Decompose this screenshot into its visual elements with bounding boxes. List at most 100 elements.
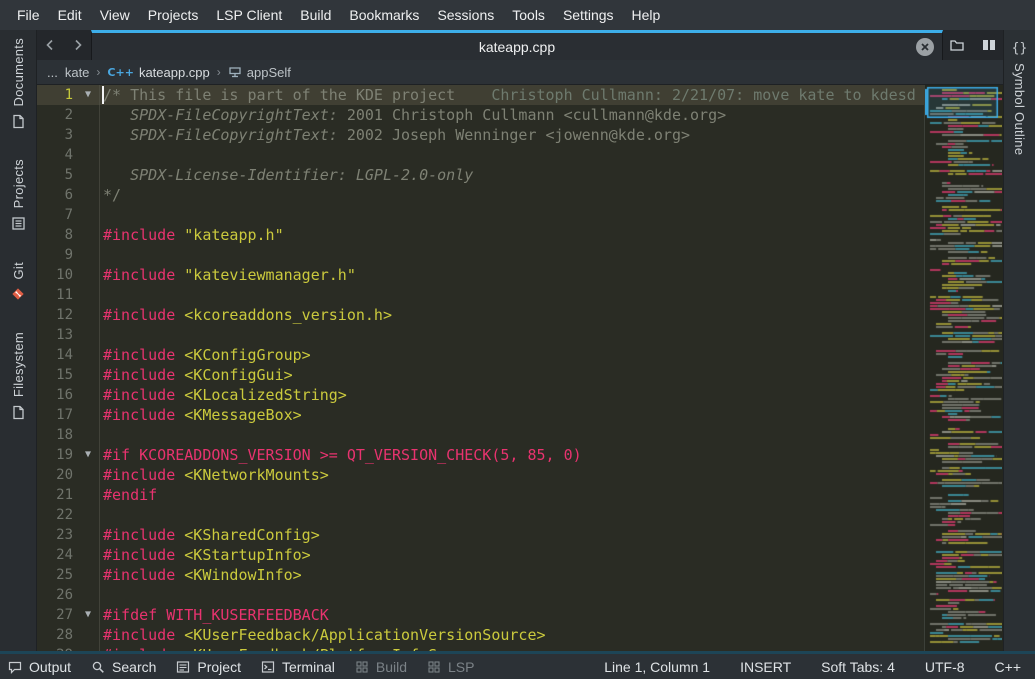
lsp-icon	[427, 660, 441, 674]
code-line[interactable]: 11	[37, 285, 924, 305]
center-column: kateapp.cpp	[37, 30, 1003, 651]
menu-item-edit[interactable]: Edit	[49, 0, 91, 30]
forward-button[interactable]	[69, 36, 87, 54]
line-number: 27	[37, 605, 75, 625]
toolview-button-build[interactable]: Build	[355, 659, 407, 675]
code-text: #include <kcoreaddons_version.h>	[101, 305, 924, 325]
code-line[interactable]: 18	[37, 425, 924, 445]
menu-item-build[interactable]: Build	[291, 0, 340, 30]
line-number: 23	[37, 525, 75, 545]
breadcrumb-ellipsis[interactable]: ...	[47, 65, 58, 80]
code-line[interactable]: 7	[37, 205, 924, 225]
line-number: 10	[37, 265, 75, 285]
code-line[interactable]: 22	[37, 505, 924, 525]
input-mode[interactable]: INSERT	[740, 659, 791, 675]
fold-arrow-icon[interactable]: ▼	[75, 85, 101, 105]
toolview-button-output[interactable]: Output	[8, 659, 71, 675]
back-button[interactable]	[41, 36, 59, 54]
code-text: #include "kateviewmanager.h"	[101, 265, 924, 285]
menu-item-help[interactable]: Help	[623, 0, 670, 30]
code-line[interactable]: 13	[37, 325, 924, 345]
menu-item-settings[interactable]: Settings	[554, 0, 623, 30]
code-line[interactable]: 3 SPDX-FileCopyrightText: 2002 Joseph We…	[37, 125, 924, 145]
sidebar-item-label: Symbol Outline	[1012, 63, 1027, 155]
open-document-icon[interactable]	[948, 36, 966, 54]
code-line[interactable]: 14#include <KConfigGroup>	[37, 345, 924, 365]
code-line[interactable]: 6*/	[37, 185, 924, 205]
sidebar-item-projects[interactable]: Projects	[10, 159, 26, 231]
toolview-label: Build	[376, 659, 407, 675]
line-number: 4	[37, 145, 75, 165]
minimap[interactable]	[924, 85, 1003, 651]
toolview-label: Terminal	[282, 659, 335, 675]
menu-item-projects[interactable]: Projects	[139, 0, 208, 30]
menu-item-view[interactable]: View	[91, 0, 139, 30]
code-line[interactable]: 2 SPDX-FileCopyrightText: 2001 Christoph…	[37, 105, 924, 125]
menu-item-tools[interactable]: Tools	[503, 0, 554, 30]
sidebar-item-label: Git	[11, 262, 26, 280]
line-number: 21	[37, 485, 75, 505]
code-line[interactable]: 25#include <KWindowInfo>	[37, 565, 924, 585]
sidebar-item-documents[interactable]: Documents	[10, 38, 26, 129]
code-line[interactable]: 16#include <KLocalizedString>	[37, 385, 924, 405]
fold-column	[75, 305, 101, 325]
code-line[interactable]: 29#include <KUserFeedback/PlatformInfoSo…	[37, 645, 924, 651]
fold-column	[75, 245, 101, 265]
menu-item-file[interactable]: File	[8, 0, 49, 30]
code-line[interactable]: 28#include <KUserFeedback/ApplicationVer…	[37, 625, 924, 645]
line-number: 11	[37, 285, 75, 305]
toolview-button-terminal[interactable]: Terminal	[261, 659, 335, 675]
toolview-buttons: Output Search Project Terminal Build LSP	[8, 659, 604, 675]
tab-close-button[interactable]	[916, 38, 934, 56]
code-line[interactable]: 26	[37, 585, 924, 605]
tab-mode[interactable]: Soft Tabs: 4	[821, 659, 895, 675]
cursor-position[interactable]: Line 1, Column 1	[604, 659, 710, 675]
code-line[interactable]: 17#include <KMessageBox>	[37, 405, 924, 425]
split-view-icon[interactable]	[980, 36, 998, 54]
line-number: 16	[37, 385, 75, 405]
code-line[interactable]: 4	[37, 145, 924, 165]
syntax-mode[interactable]: C++	[995, 659, 1021, 675]
fold-column	[75, 645, 101, 651]
code-line[interactable]: 15#include <KConfigGui>	[37, 365, 924, 385]
code-line[interactable]: 12#include <kcoreaddons_version.h>	[37, 305, 924, 325]
fold-arrow-icon[interactable]: ▼	[75, 605, 101, 625]
fold-column	[75, 465, 101, 485]
menu-item-sessions[interactable]: Sessions	[428, 0, 503, 30]
toolview-button-lsp[interactable]: LSP	[427, 659, 474, 675]
code-line[interactable]: 23#include <KSharedConfig>	[37, 525, 924, 545]
sidebar-item-symbol-outline[interactable]: {}Symbol Outline	[1012, 40, 1028, 155]
menu-item-lsp-client[interactable]: LSP Client	[207, 0, 291, 30]
main-content: Documents Projects Git Filesystem kateapp.c…	[0, 30, 1035, 651]
code-line[interactable]: 9	[37, 245, 924, 265]
code-text: #include <KMessageBox>	[101, 405, 924, 425]
tab-title: kateapp.cpp	[479, 39, 555, 55]
code-line[interactable]: 10 #include "kateviewmanager.h"	[37, 265, 924, 285]
sidebar-item-filesystem[interactable]: Filesystem	[10, 332, 26, 420]
breadcrumb-folder-kate[interactable]: kate	[65, 65, 90, 80]
toolview-button-project[interactable]: Project	[176, 659, 241, 675]
menu-item-bookmarks[interactable]: Bookmarks	[340, 0, 428, 30]
code-text: SPDX-License-Identifier: LGPL-2.0-only	[101, 165, 924, 185]
breadcrumb-symbol[interactable]: appSelf	[228, 65, 291, 80]
toolview-label: Output	[29, 659, 71, 675]
code-line[interactable]: 24#include <KStartupInfo>	[37, 545, 924, 565]
fold-arrow-icon[interactable]: ▼	[75, 445, 101, 465]
code-line[interactable]: 27▼#ifdef WITH_KUSERFEEDBACK	[37, 605, 924, 625]
code-line[interactable]: 19▼#if KCOREADDONS_VERSION >= QT_VERSION…	[37, 445, 924, 465]
fold-column	[75, 385, 101, 405]
toolview-button-search[interactable]: Search	[91, 659, 156, 675]
toolview-label: Search	[112, 659, 156, 675]
line-number: 20	[37, 465, 75, 485]
code-line[interactable]: 1▼/* This file is part of the KDE projec…	[37, 85, 924, 105]
document-tab[interactable]: kateapp.cpp	[91, 30, 943, 60]
breadcrumb-file[interactable]: C++ kateapp.cpp	[107, 65, 209, 80]
encoding[interactable]: UTF-8	[925, 659, 965, 675]
code-line[interactable]: 21#endif	[37, 485, 924, 505]
code-line[interactable]: 20#include <KNetworkMounts>	[37, 465, 924, 485]
code-area[interactable]: 1▼/* This file is part of the KDE projec…	[37, 85, 924, 651]
code-line[interactable]: 5 SPDX-License-Identifier: LGPL-2.0-only	[37, 165, 924, 185]
code-line[interactable]: 8#include "kateapp.h"	[37, 225, 924, 245]
sidebar-item-git[interactable]: Git	[10, 262, 26, 303]
line-number: 13	[37, 325, 75, 345]
